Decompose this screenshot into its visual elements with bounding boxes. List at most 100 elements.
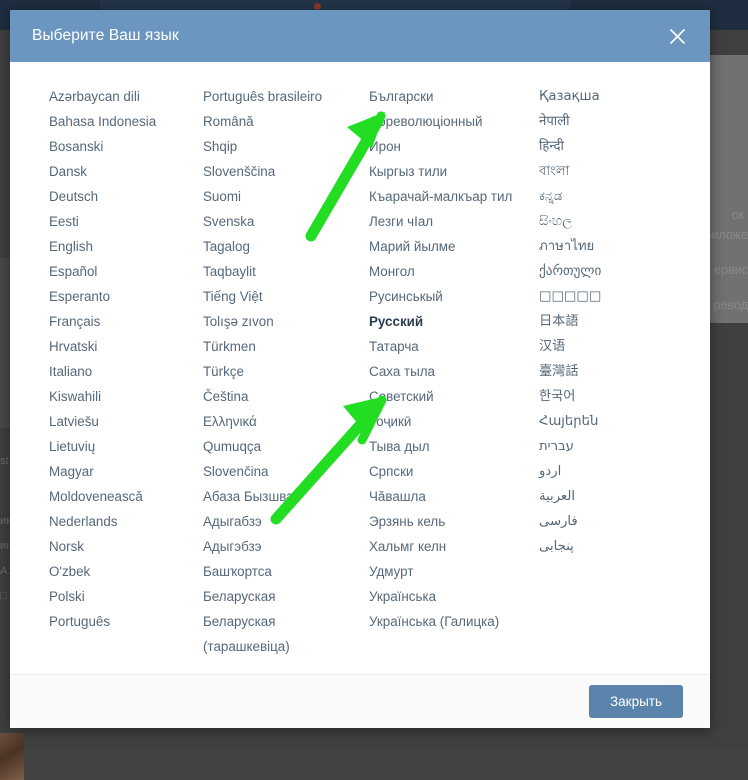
language-item[interactable]: Taqbaylit (203, 259, 365, 284)
language-item[interactable]: বাংলা (539, 159, 690, 184)
language-item[interactable]: Српски (369, 459, 530, 484)
language-item[interactable]: Latviešu (49, 409, 197, 434)
language-item[interactable]: Hrvatski (49, 334, 197, 359)
language-item[interactable]: Türkmen (203, 334, 365, 359)
language-item[interactable]: □□□□□ (539, 284, 690, 309)
language-item[interactable]: English (49, 234, 197, 259)
language-item[interactable]: עברית (539, 434, 690, 459)
language-item[interactable]: Монгол (369, 259, 530, 284)
language-item[interactable]: Polski (49, 584, 197, 609)
language-item[interactable]: اردو (539, 459, 690, 484)
language-item[interactable]: Română (203, 109, 365, 134)
language-column-4: Қазақша नेपाली हिन्दी বাংলা ಕನ್ನಡ සිංහල … (530, 84, 690, 559)
language-item[interactable]: پنجابی (539, 534, 690, 559)
language-item[interactable]: Марий йылме (369, 234, 530, 259)
close-icon[interactable] (662, 21, 692, 51)
language-item[interactable]: 臺灣話 (539, 359, 690, 384)
language-item[interactable]: Italiano (49, 359, 197, 384)
language-item[interactable]: Suomi (203, 184, 365, 209)
language-columns: Azərbaycan dili Bahasa Indonesia Bosansk… (30, 84, 690, 659)
language-item[interactable]: Беларуская (203, 584, 365, 609)
language-column-1: Azərbaycan dili Bahasa Indonesia Bosansk… (30, 84, 197, 634)
language-item[interactable]: Адыгабзэ (203, 509, 365, 534)
language-item[interactable]: Абаза Бызшва (203, 484, 365, 509)
language-item[interactable]: Українська (369, 584, 530, 609)
language-item[interactable]: Nederlands (49, 509, 197, 534)
language-item[interactable]: Svenska (203, 209, 365, 234)
language-item[interactable]: Lietuvių (49, 434, 197, 459)
language-item[interactable]: Кыргыз тили (369, 159, 530, 184)
language-item[interactable]: Къарачай-малкъар тил (369, 184, 530, 209)
language-item[interactable]: සිංහල (539, 209, 690, 234)
language-item[interactable]: Magyar (49, 459, 197, 484)
language-item[interactable]: Беларуская (тарашкевіца) (203, 609, 365, 659)
background-block (0, 258, 10, 428)
language-item[interactable]: Kiswahili (49, 384, 197, 409)
language-item[interactable]: Русинськый (369, 284, 530, 309)
language-item[interactable]: O'zbek (49, 559, 197, 584)
background-text-fragment: риложе (704, 228, 748, 242)
language-column-2: Português brasileiro Română Shqip Sloven… (197, 84, 365, 659)
language-item[interactable]: Čeština (203, 384, 365, 409)
background-notification-dot (314, 3, 321, 10)
background-text-fragment: □ (0, 590, 7, 602)
language-item[interactable]: Советский (369, 384, 530, 409)
language-item[interactable]: Português brasileiro (203, 84, 365, 109)
language-item[interactable]: Deutsch (49, 184, 197, 209)
language-item[interactable]: ಕನ್ನಡ (539, 184, 690, 209)
language-item[interactable]: Українська (Галицка) (369, 609, 530, 634)
language-item[interactable]: Български (369, 84, 530, 109)
language-item[interactable]: 한국어 (539, 384, 690, 409)
language-item[interactable]: Тоҷикӣ (369, 409, 530, 434)
language-item[interactable]: Лезги чӀал (369, 209, 530, 234)
language-item[interactable]: Azərbaycan dili (49, 84, 197, 109)
background-text-fragment: st (0, 455, 9, 467)
language-item[interactable]: Адыгэбзэ (203, 534, 365, 559)
language-item[interactable]: ქართული (539, 259, 690, 284)
dialog-footer: Закрыть (10, 674, 710, 728)
language-item[interactable]: العربية (539, 484, 690, 509)
language-item[interactable]: Հայերեն (539, 409, 690, 434)
language-item[interactable]: Тыва дыл (369, 434, 530, 459)
language-item[interactable]: Bahasa Indonesia (49, 109, 197, 134)
language-item[interactable]: Norsk (49, 534, 197, 559)
language-item[interactable]: Башҡортса (203, 559, 365, 584)
language-item[interactable]: فارسی (539, 509, 690, 534)
close-button[interactable]: Закрыть (589, 685, 683, 718)
background-text-fragment: ервис (714, 263, 748, 277)
language-item-selected[interactable]: Русский (369, 309, 530, 334)
language-item[interactable]: हिन्दी (539, 134, 690, 159)
language-item[interactable]: Қазақша (539, 84, 690, 109)
language-item[interactable]: Удмурт (369, 559, 530, 584)
language-item[interactable]: नेपाली (539, 109, 690, 134)
language-item[interactable]: Slovenščina (203, 159, 365, 184)
language-item[interactable]: Tiếng Việt (203, 284, 365, 309)
language-item[interactable]: Português (49, 609, 197, 634)
language-item[interactable]: Français (49, 309, 197, 334)
language-item[interactable]: Eesti (49, 209, 197, 234)
language-item[interactable]: Саха тыла (369, 359, 530, 384)
language-item[interactable]: Tagalog (203, 234, 365, 259)
language-item[interactable]: Qumuqça (203, 434, 365, 459)
language-item[interactable]: Dansk (49, 159, 197, 184)
language-list-body: Azərbaycan dili Bahasa Indonesia Bosansk… (10, 62, 710, 674)
language-item[interactable]: Türkçe (203, 359, 365, 384)
language-item[interactable]: Татарча (369, 334, 530, 359)
language-item[interactable]: Tolışə zıvon (203, 309, 365, 334)
language-item[interactable]: Slovenčina (203, 459, 365, 484)
language-item[interactable]: Дореволюціонный (369, 109, 530, 134)
language-item[interactable]: Esperanto (49, 284, 197, 309)
language-item[interactable]: Shqip (203, 134, 365, 159)
language-item[interactable]: Moldovenească (49, 484, 197, 509)
language-item[interactable]: 汉语 (539, 334, 690, 359)
language-item[interactable]: Ελληνικά (203, 409, 365, 434)
language-item[interactable]: Хальмг келн (369, 534, 530, 559)
language-item[interactable]: Ирон (369, 134, 530, 159)
language-item[interactable]: Чăвашла (369, 484, 530, 509)
language-item[interactable]: Bosanski (49, 134, 197, 159)
language-item[interactable]: ภาษาไทย (539, 234, 690, 259)
language-item[interactable]: Español (49, 259, 197, 284)
language-item[interactable]: 日本語 (539, 309, 690, 334)
background-thumbnail-image (0, 733, 24, 780)
language-item[interactable]: Эрзянь кель (369, 509, 530, 534)
